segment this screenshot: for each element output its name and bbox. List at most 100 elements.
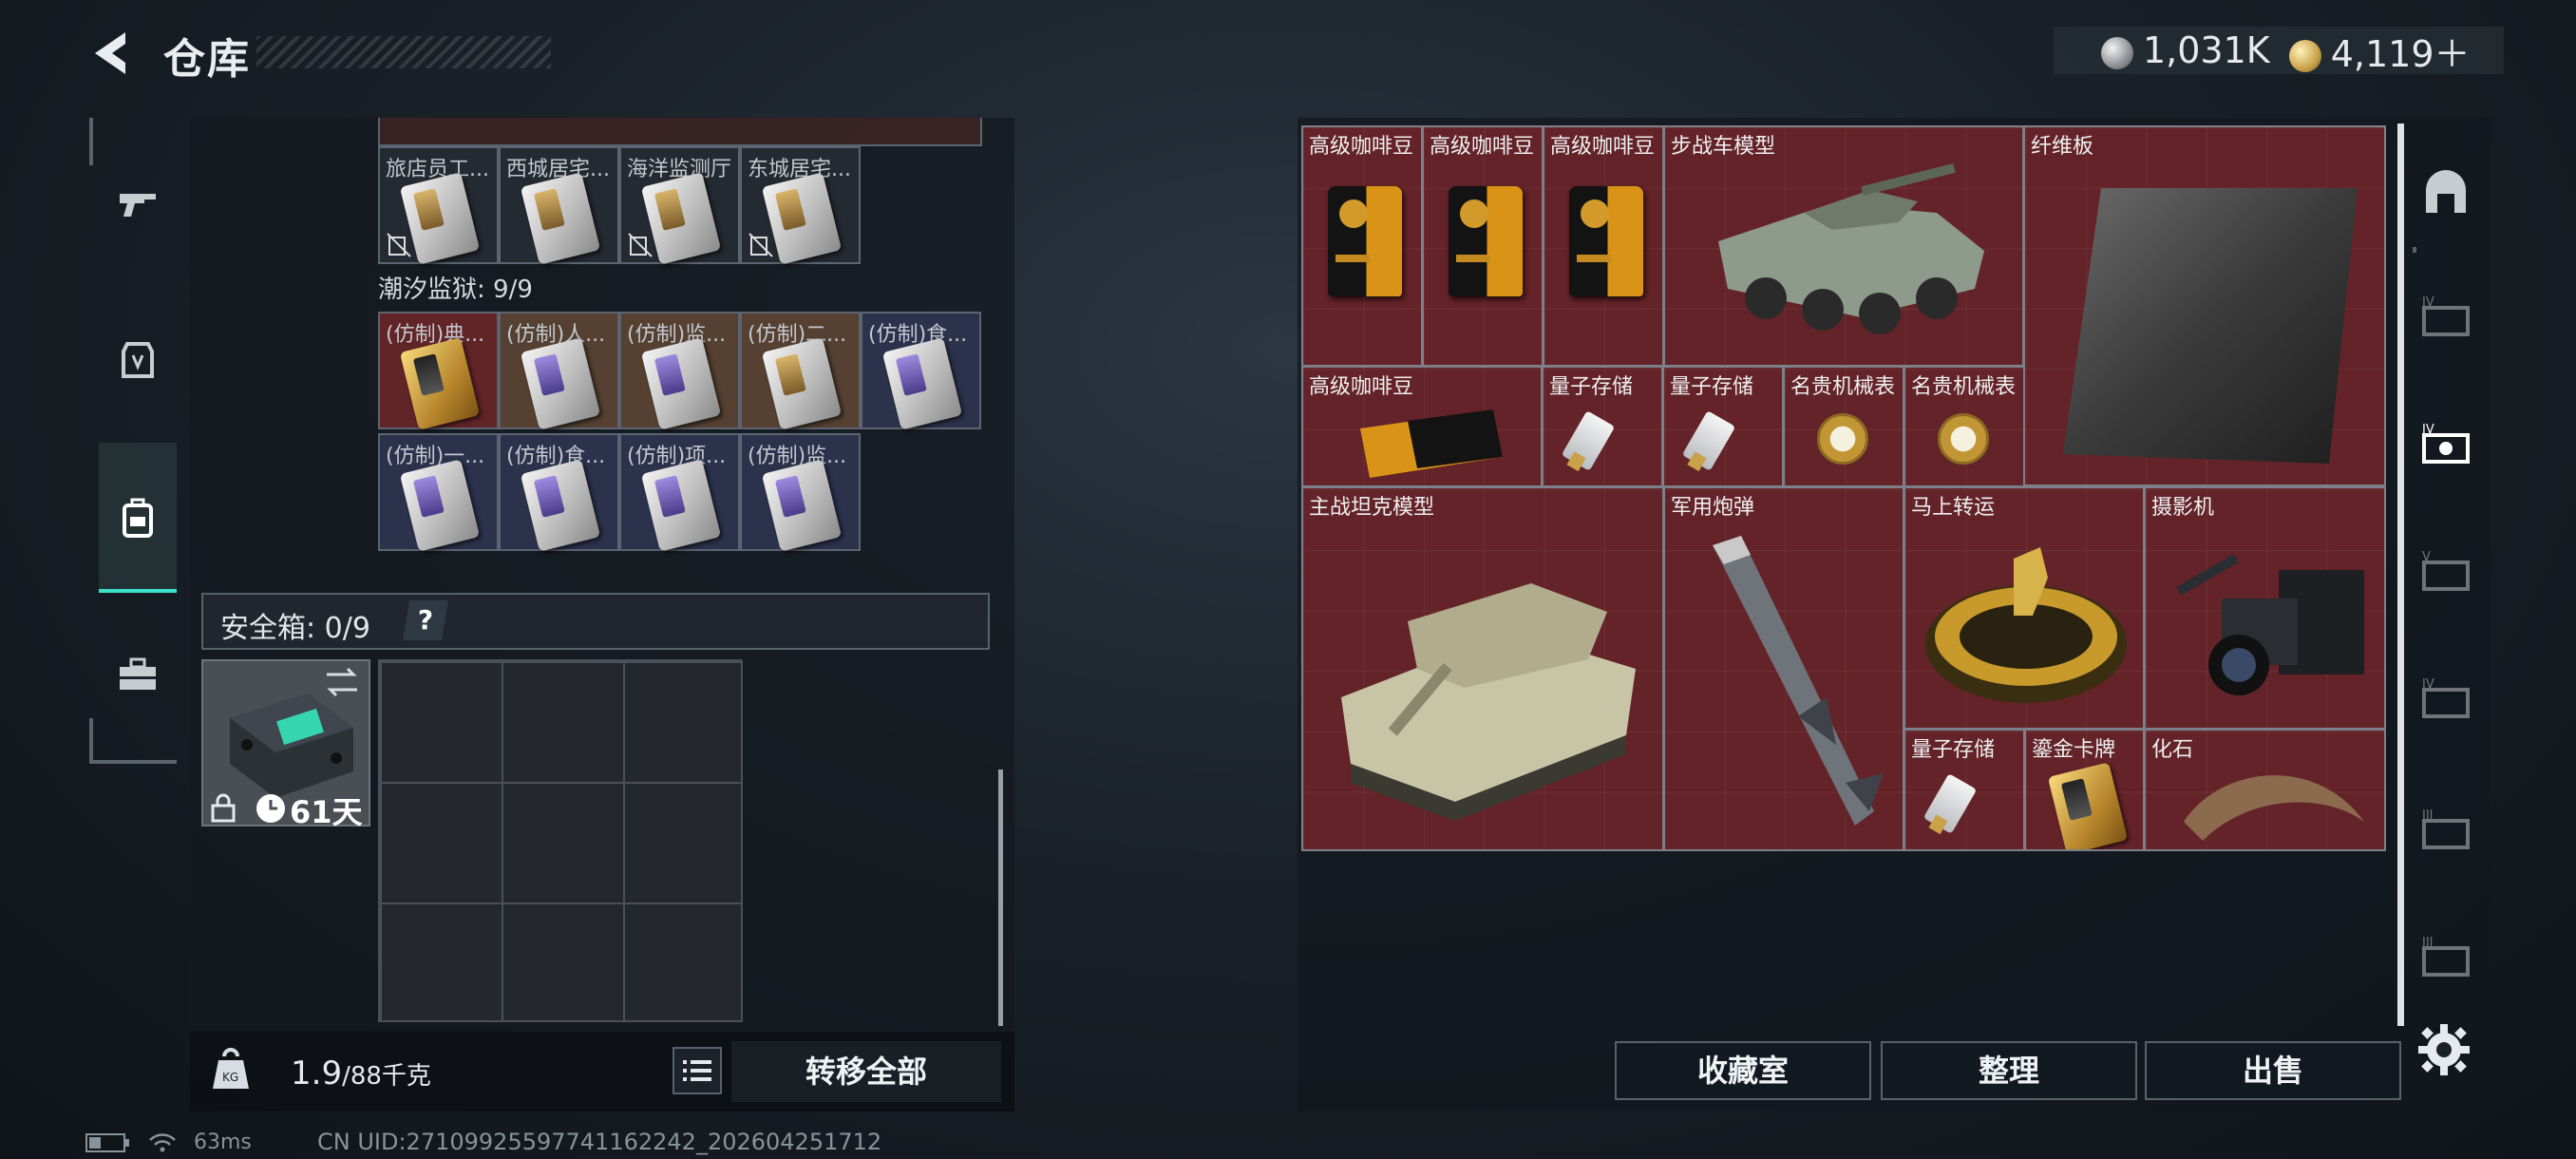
stash-scrollbar[interactable] [2397, 124, 2404, 1026]
back-button[interactable] [87, 27, 137, 80]
stash-item-quantum-storage[interactable]: 量子存储 [1662, 366, 1784, 487]
stash-item-mbt-model[interactable]: 主战坦克模型 [1301, 486, 1664, 851]
currency-display: 1,031K 4,119＋ [2054, 25, 2504, 77]
stash-item-fiberboard[interactable]: 纤维板 [2023, 125, 2386, 486]
armor-icon [122, 342, 154, 378]
safebox-grid[interactable] [378, 659, 743, 1022]
inventory-item[interactable]: (仿制)项... [619, 433, 740, 552]
inventory-item[interactable]: (仿制)监... [740, 433, 861, 552]
side-tab-tier-v[interactable]: V [2409, 538, 2483, 604]
stash-item-luxury-watch[interactable]: 名贵机械表 [1904, 366, 2025, 487]
keycard-icon [399, 337, 481, 430]
weight-icon: KG [213, 1048, 249, 1089]
tier-iv-case-icon: IV [2422, 677, 2470, 718]
keycard-icon [520, 337, 601, 430]
watch-icon [1817, 413, 1868, 465]
tier-iii-case-icon: III [2422, 808, 2470, 849]
keycard-icon [761, 337, 843, 430]
inventory-scrollbar[interactable] [998, 770, 1003, 1026]
inventory-item[interactable]: 海洋监测厅 [619, 146, 740, 265]
inventory-item[interactable]: (仿制)人... [499, 312, 619, 430]
settings-button[interactable] [2415, 1020, 2473, 1079]
inventory-item[interactable]: (仿制)二... [740, 312, 861, 430]
nav-item-backpack[interactable] [101, 481, 175, 555]
fossil-claw-icon [2184, 775, 2364, 841]
side-tab-tier-iv[interactable]: IV [2409, 283, 2483, 350]
nav-divider [89, 718, 93, 764]
keycard-icon [520, 459, 601, 552]
swap-icon[interactable] [323, 665, 361, 699]
usb-drive-icon [1681, 410, 1736, 471]
watch-icon [1938, 413, 1989, 465]
stash-item-mashang-zhuanyun[interactable]: 马上转运 [1904, 486, 2145, 730]
gun-icon [120, 194, 156, 217]
side-tab-tier-iii[interactable]: III [2409, 796, 2483, 863]
usb-drive-icon [1923, 773, 1978, 834]
coffee-bag-icon [1449, 186, 1523, 296]
list-icon [683, 1060, 711, 1081]
coffee-bag-icon [1360, 409, 1503, 478]
lock-icon [211, 793, 236, 823]
coffee-bag-icon [1328, 186, 1402, 296]
sort-button[interactable]: 整理 [1881, 1041, 2137, 1100]
inventory-item[interactable]: (仿制)食... [499, 433, 619, 552]
stash-item-quantum-storage[interactable]: 量子存储 [1904, 729, 2025, 851]
inventory-item[interactable]: (仿制)典... [378, 312, 499, 430]
keycard-icon [520, 172, 601, 265]
stash-item-camera[interactable]: 摄影机 [2144, 486, 2386, 730]
ifv-model-icon [1718, 163, 1984, 334]
stash-item-quantum-storage[interactable]: 量子存储 [1542, 366, 1663, 487]
inventory-item[interactable]: 旅店员工... [378, 146, 499, 265]
gear-icon [2418, 1024, 2470, 1075]
wifi-icon [149, 1132, 176, 1151]
tier-iii-case-icon: III [2422, 936, 2470, 977]
side-tab-tier-iv[interactable]: IV [2409, 665, 2483, 732]
battery-icon [85, 1132, 129, 1152]
keycard-icon [881, 337, 963, 430]
inventory-item[interactable]: 东城居宅... [740, 146, 861, 265]
backpack-icon [123, 498, 153, 538]
no-mark-icon [387, 233, 411, 257]
stash-item-gilded-card[interactable]: 鎏金卡牌 [2024, 729, 2145, 851]
nav-item-toolbox[interactable] [101, 638, 175, 712]
keycard-icon [640, 337, 722, 430]
side-tab-tier-iv-selected[interactable]: IV [2409, 410, 2483, 477]
inventory-row-partial [378, 118, 982, 146]
sell-button[interactable]: 出售 [2145, 1041, 2401, 1100]
uid-label: CN UID:2710992559774116224​2_20260425171… [317, 1129, 882, 1155]
section-label: 潮汐监狱: 9/9 [378, 276, 533, 304]
stash-item-fossil[interactable]: 化石 [2144, 729, 2386, 851]
inventory-item[interactable]: (仿制)一... [378, 433, 499, 552]
stash-item-coffee[interactable]: 高级咖啡豆 [1301, 125, 1423, 367]
video-camera-icon [2176, 554, 2364, 695]
gold-currency[interactable]: 4,119＋ [2288, 25, 2471, 77]
keycard-icon [761, 459, 843, 552]
title-decoration [256, 36, 551, 68]
tier-label: III [2422, 936, 2434, 950]
stash-item-coffee[interactable]: 高级咖啡豆 [1301, 366, 1543, 487]
inventory-item[interactable]: 西城居宅... [499, 146, 619, 265]
stash-item-military-shell[interactable]: 军用炮弹 [1663, 486, 1904, 851]
nav-item-weapon[interactable] [101, 167, 175, 241]
stash-item-ifv-model[interactable]: 步战车模型 [1663, 125, 2024, 367]
stash-item-luxury-watch[interactable]: 名贵机械表 [1783, 366, 1904, 487]
tab-divider [2413, 247, 2416, 253]
nav-item-armor[interactable] [101, 323, 175, 397]
help-button[interactable]: ? [403, 600, 448, 640]
stash-item-coffee[interactable]: 高级咖啡豆 [1543, 125, 1664, 367]
stash-item-coffee[interactable]: 高级咖啡豆 [1422, 125, 1544, 367]
transfer-all-button[interactable]: 转移全部 [731, 1041, 1001, 1102]
tier-v-case-icon: V [2422, 550, 2470, 591]
inventory-item[interactable]: (仿制)监... [619, 312, 740, 430]
nav-divider [89, 118, 93, 165]
inventory-item[interactable]: (仿制)食... [861, 312, 981, 430]
ping-label: 63ms [194, 1130, 252, 1154]
side-tab-tier-iii[interactable]: III [2409, 923, 2483, 990]
tank-model-icon [1341, 583, 1636, 821]
collection-room-button[interactable]: 收藏室 [1615, 1041, 1871, 1100]
toolbox-icon [120, 657, 156, 690]
side-tab-home[interactable] [2409, 160, 2483, 226]
home-arch-icon [2426, 170, 2466, 213]
list-view-button[interactable] [672, 1047, 722, 1094]
tier-iv-case-icon: IV [2422, 423, 2470, 464]
